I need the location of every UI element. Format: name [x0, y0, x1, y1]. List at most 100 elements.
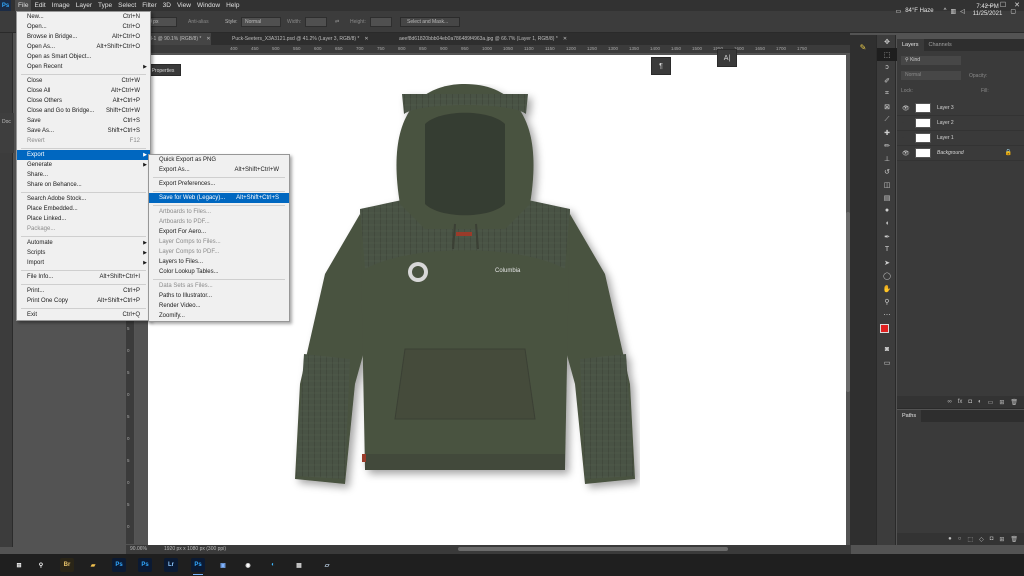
history-brush-icon[interactable]: ↺ — [877, 165, 897, 178]
foreground-color-swatch[interactable] — [880, 324, 889, 333]
healing-tool-icon[interactable]: ✚ — [877, 126, 897, 139]
file-menu-item-file-info[interactable]: File Info... Alt+Shift+Ctrl+I — [17, 272, 150, 282]
file-menu-item-save[interactable]: Save Ctrl+S — [17, 116, 150, 126]
height-input[interactable] — [370, 17, 392, 27]
network-icon[interactable]: ▥ — [950, 8, 956, 15]
export-menu-item-color-lookup-tables[interactable]: Color Lookup Tables... — [149, 267, 289, 277]
lasso-tool-icon[interactable]: ↄ — [877, 61, 897, 74]
link-layers-icon[interactable]: ∞ — [947, 399, 951, 405]
fill-path-icon[interactable]: ● — [948, 536, 952, 542]
layer-row-layer-1[interactable]: ▫ Layer 1 — [897, 131, 1024, 146]
file-menu-item-generate[interactable]: Generate ▶ — [17, 160, 150, 170]
tab-channels[interactable]: Channels — [924, 39, 957, 51]
close-tab-icon[interactable]: ✕ — [364, 36, 368, 42]
character-panel-icon[interactable]: A| — [717, 49, 737, 67]
visibility-eye-icon[interactable]: 👁 — [902, 150, 910, 157]
layer-row-background[interactable]: 👁 Background 🔒 — [897, 146, 1024, 161]
export-menu-item-quick-export-as-png[interactable]: Quick Export as PNG — [149, 155, 289, 165]
layer-filter-select[interactable]: ⚲ Kind — [901, 56, 961, 65]
taskbar-chrome-like-icon[interactable]: ◉ — [241, 558, 255, 572]
menu-filter[interactable]: Filter — [139, 0, 159, 11]
file-menu-item-place-linked[interactable]: Place Linked... — [17, 214, 150, 224]
adjustment-layer-icon[interactable]: ◐ — [978, 399, 982, 405]
stamp-tool-icon[interactable]: ⊥ — [877, 152, 897, 165]
taskbar-photoshop-active-icon[interactable]: Ps — [191, 558, 205, 575]
taskbar-bridge-icon[interactable]: Br — [60, 558, 74, 572]
screen-mode-icon[interactable]: ▭ — [877, 356, 897, 369]
show-hidden-icons-icon[interactable]: ^ — [944, 8, 947, 14]
clock[interactable]: 7:42 PM 11/25/2021 — [973, 4, 1003, 18]
make-work-path-icon[interactable]: ◇ — [979, 536, 984, 543]
export-menu-item-export-for-aero[interactable]: Export For Aero... — [149, 227, 289, 237]
menu-layer[interactable]: Layer — [73, 0, 95, 11]
menu-select[interactable]: Select — [115, 0, 139, 11]
file-menu-item-open[interactable]: Open... Ctrl+O — [17, 22, 150, 32]
layer-row-layer-3[interactable]: 👁 Layer 3 — [897, 101, 1024, 116]
tab-document-3[interactable]: aeef8d61820bbb04eb0a786489f4963a.jpg @ 6… — [395, 33, 567, 45]
file-menu-item-close-and-go-to-bridge[interactable]: Close and Go to Bridge... Shift+Ctrl+W — [17, 106, 150, 116]
brush-tool-icon[interactable]: ✏ — [877, 139, 897, 152]
width-input[interactable] — [305, 17, 327, 27]
menu-image[interactable]: Image — [49, 0, 73, 11]
zoom-readout[interactable]: 90.06% — [130, 546, 147, 552]
file-menu-item-close[interactable]: Close Ctrl+W — [17, 76, 150, 86]
export-menu-item-save-for-web-legacy[interactable]: Save for Web (Legacy)... Alt+Shift+Ctrl+S — [149, 193, 289, 203]
weather-readout[interactable]: 84°F Haze — [905, 8, 933, 14]
file-menu-item-open-recent[interactable]: Open Recent ▶ — [17, 62, 150, 72]
tab-paths[interactable]: Paths — [897, 410, 922, 422]
taskbar-photoshop-a-icon[interactable]: Ps — [112, 558, 126, 572]
file-menu-item-browse-in-bridge[interactable]: Browse in Bridge... Alt+Ctrl+O — [17, 32, 150, 42]
path-select-tool-icon[interactable]: ➤ — [877, 256, 897, 269]
menu-view[interactable]: View — [174, 0, 194, 11]
tab-document-2[interactable]: Puck-Seeters_X3A3121.psd @ 41.2% (Layer … — [228, 33, 369, 45]
anti-alias-checkbox[interactable]: Anti-alias — [188, 19, 209, 25]
menu-file[interactable]: File — [15, 0, 32, 11]
add-mask-icon[interactable]: ◘ — [968, 399, 972, 405]
file-menu-item-import[interactable]: Import ▶ — [17, 258, 150, 268]
file-menu-item-automate[interactable]: Automate ▶ — [17, 238, 150, 248]
file-menu-item-print[interactable]: Print... Ctrl+P — [17, 286, 150, 296]
horizontal-scrollbar[interactable] — [458, 547, 728, 551]
eyedropper-tool-icon[interactable]: ⟋ — [877, 113, 897, 126]
shape-tool-icon[interactable]: ◯ — [877, 269, 897, 282]
photoshop-logo-icon[interactable]: Ps — [0, 0, 11, 11]
file-menu-item-export[interactable]: Export ▶ — [17, 150, 150, 160]
visibility-eye-icon[interactable]: ▫ — [902, 135, 904, 141]
visibility-eye-icon[interactable]: 👁 — [902, 105, 910, 112]
quick-select-tool-icon[interactable]: ✐ — [877, 74, 897, 87]
file-menu-item-share-on-behance[interactable]: Share on Behance... — [17, 180, 150, 190]
hand-tool-icon[interactable]: ✋ — [877, 282, 897, 295]
export-menu-item-render-video[interactable]: Render Video... — [149, 301, 289, 311]
stroke-path-icon[interactable]: ○ — [958, 536, 962, 542]
export-menu-item-zoomify[interactable]: Zoomify... — [149, 311, 289, 321]
blend-mode-select[interactable]: Normal — [901, 71, 961, 80]
select-and-mask-button[interactable]: Select and Mask... — [400, 17, 460, 27]
zoom-tool-icon[interactable]: ⚲ — [877, 295, 897, 308]
file-menu-item-open-as-smart-object[interactable]: Open as Smart Object... — [17, 52, 150, 62]
file-menu-item-place-embedded[interactable]: Place Embedded... — [17, 204, 150, 214]
tab-layers[interactable]: Layers — [897, 39, 924, 51]
menu-type[interactable]: Type — [95, 0, 115, 11]
frame-tool-icon[interactable]: ⊠ — [877, 100, 897, 113]
marquee-tool-icon[interactable]: ⬚ — [877, 48, 897, 61]
close-tab-icon[interactable]: ✕ — [206, 36, 210, 42]
taskbar-edge-icon[interactable]: ◐ — [266, 558, 280, 572]
notifications-icon[interactable]: ▢ — [1010, 8, 1016, 15]
menu-help[interactable]: Help — [223, 0, 242, 11]
export-menu-item-layers-to-files[interactable]: Layers to Files... — [149, 257, 289, 267]
layer-row-layer-2[interactable]: ▫ Layer 2 — [897, 116, 1024, 131]
menu-3d[interactable]: 3D — [160, 0, 174, 11]
swap-icon[interactable]: ⇄ — [335, 19, 339, 25]
export-menu-item-export-as[interactable]: Export As... Alt+Shift+Ctrl+W — [149, 165, 289, 175]
new-group-icon[interactable]: ▭ — [988, 399, 994, 406]
type-tool-icon[interactable]: T — [877, 243, 897, 256]
file-menu-item-scripts[interactable]: Scripts ▶ — [17, 248, 150, 258]
blur-tool-icon[interactable]: ● — [877, 204, 897, 217]
pen-tool-icon[interactable]: ✒ — [877, 230, 897, 243]
brush-settings-icon[interactable]: ✎ — [856, 43, 870, 55]
taskbar-search-icon[interactable]: ⚲ — [34, 558, 48, 572]
taskbar-calculator-icon[interactable]: ▦ — [292, 558, 306, 572]
move-tool-icon[interactable]: ✥ — [877, 35, 897, 48]
delete-layer-icon[interactable]: 🗑 — [1010, 399, 1018, 406]
tab-document-1[interactable]: d-1 @ 90.1% (RGB/8) * ✕ — [145, 33, 211, 45]
